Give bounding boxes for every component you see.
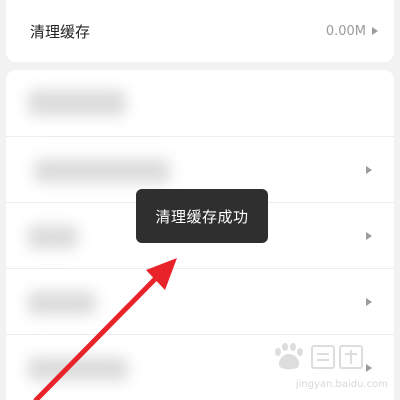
chevron-right-icon xyxy=(366,231,372,240)
chevron-right-icon xyxy=(366,165,372,174)
cache-cleared-toast: 清理缓存成功 xyxy=(136,189,268,243)
clear-cache-label: 清理缓存 xyxy=(30,22,91,41)
blurred-item-label xyxy=(28,357,128,381)
blurred-item-label xyxy=(34,159,170,183)
baidu-jingyan-watermark: jingyan.baidu.com xyxy=(268,336,388,390)
list-item xyxy=(6,70,394,136)
baidu-paw-logo-icon xyxy=(275,343,363,370)
cache-size-value: 0.00M xyxy=(325,23,366,39)
blurred-section-header xyxy=(28,90,126,116)
chevron-right-icon xyxy=(372,27,378,35)
blurred-item-label xyxy=(28,225,78,249)
chevron-right-icon xyxy=(366,297,372,306)
clear-cache-row[interactable]: 清理缓存 0.00M xyxy=(6,0,394,62)
watermark-url: jingyan.baidu.com xyxy=(295,379,388,390)
blurred-item-label xyxy=(28,291,96,315)
cache-card: 清理缓存 0.00M xyxy=(6,0,394,62)
list-item[interactable] xyxy=(6,268,394,334)
